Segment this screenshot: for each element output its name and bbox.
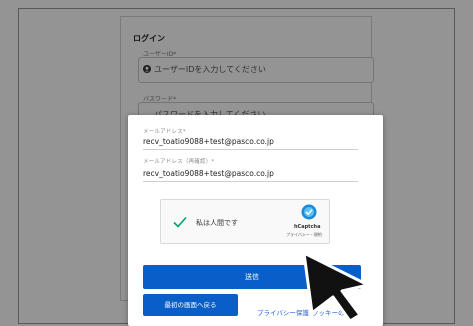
hcaptcha-widget[interactable]: 私は人間です hCaptcha プライバシー・規約 [160, 199, 330, 244]
mouse-pointer-icon [302, 251, 370, 323]
email-underline [143, 149, 358, 150]
checkmark-icon [173, 216, 187, 228]
email-field[interactable]: recv_toatio9088+test@pasco.co.jp [143, 137, 274, 146]
hcaptcha-brand: hCaptcha [294, 224, 321, 230]
hcaptcha-links[interactable]: プライバシー・規約 [286, 232, 322, 238]
email-label: メールアドレス* [143, 129, 186, 135]
email-confirm-field[interactable]: recv_toatio9088+test@pasco.co.jp [143, 169, 274, 178]
email-confirm-underline [143, 181, 358, 182]
captcha-label: 私は人間です [196, 219, 238, 227]
hcaptcha-logo-icon [301, 204, 317, 220]
email-confirm-label: メールアドレス（再確認）* [143, 159, 215, 165]
back-to-start-button[interactable]: 最初の画面へ戻る [143, 294, 238, 316]
screen: ログイン ユーザーID* ユーザーIDを入力してください パスワード* パスワー… [0, 0, 473, 326]
